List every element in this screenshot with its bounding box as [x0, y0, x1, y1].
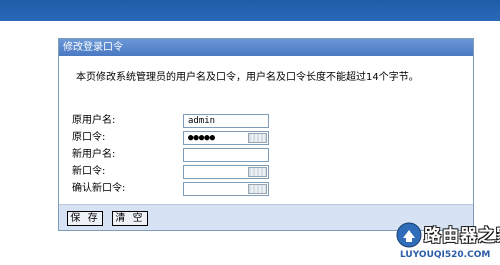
site-watermark: 路由器之家 LUYOUQI520.COM	[396, 220, 500, 265]
description-text: 本页修改系统管理员的用户名及口令，用户名及口令长度不能超过14个字节。	[76, 72, 419, 83]
old-password-value: ●●●●●	[188, 133, 216, 143]
new-username-input[interactable]	[183, 148, 269, 162]
router-logo-icon	[396, 222, 422, 248]
watermark-title: 路由器之家	[424, 226, 500, 246]
keyboard-icon[interactable]	[248, 184, 267, 194]
keyboard-icon[interactable]	[248, 167, 267, 177]
new-password-label: 新口令:	[72, 166, 106, 177]
old-username-input[interactable]: admin	[183, 114, 269, 128]
old-username-label: 原用户名:	[72, 115, 116, 126]
panel-body: 本页修改系统管理员的用户名及口令，用户名及口令长度不能超过14个字节。 原用户名…	[59, 56, 473, 204]
save-button[interactable]: 保 存	[67, 211, 103, 226]
top-banner	[0, 0, 500, 21]
watermark-url: LUYOUQI520.COM	[400, 250, 491, 260]
confirm-password-label: 确认新口令:	[72, 183, 126, 194]
new-password-input[interactable]	[183, 165, 269, 179]
clear-button[interactable]: 清 空	[112, 211, 148, 226]
panel-title: 修改登录口令	[59, 39, 473, 56]
keyboard-icon[interactable]	[248, 133, 267, 143]
confirm-password-input[interactable]	[183, 182, 269, 196]
old-password-label: 原口令:	[72, 132, 106, 143]
old-password-input[interactable]: ●●●●●	[183, 131, 269, 145]
new-username-label: 新用户名:	[72, 149, 116, 160]
change-password-panel: 修改登录口令 本页修改系统管理员的用户名及口令，用户名及口令长度不能超过14个字…	[58, 38, 474, 231]
